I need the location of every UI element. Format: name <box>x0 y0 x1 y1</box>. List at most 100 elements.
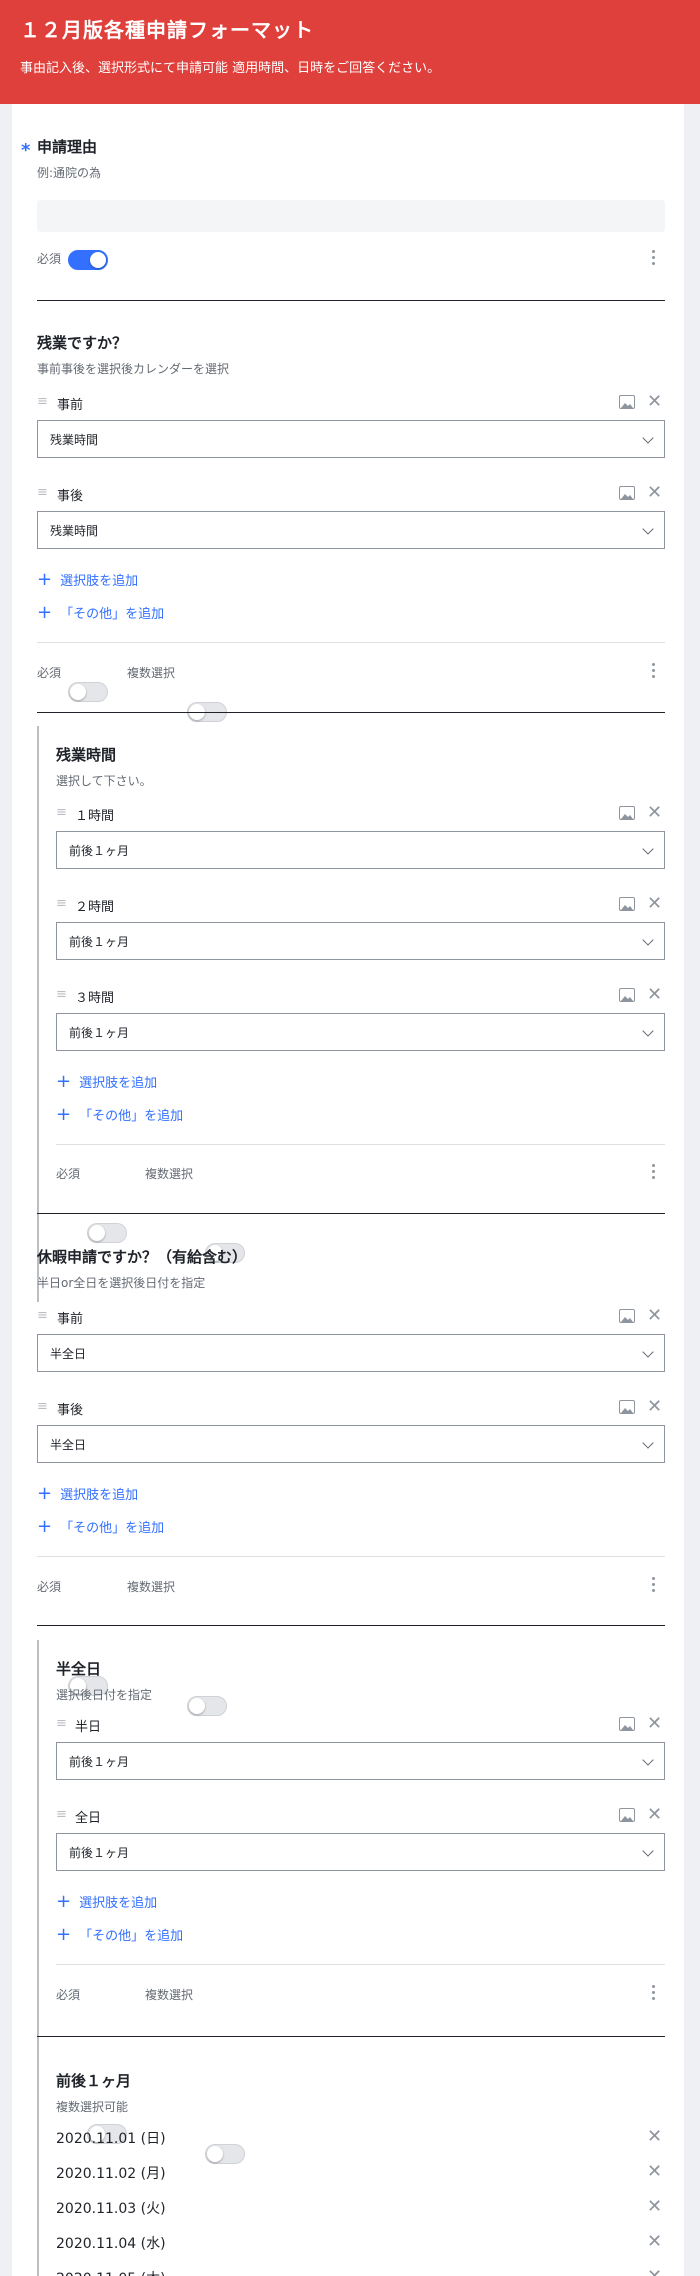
more-menu-icon[interactable] <box>652 1577 655 1592</box>
date-option[interactable]: 2020.11.03 (火) <box>56 2198 166 2218</box>
add-other-label: 「その他」を追加 <box>79 1109 184 1124</box>
option-label[interactable]: １時間 <box>75 805 114 824</box>
question-description-reason[interactable]: 例:通院の為 <box>37 164 101 181</box>
option-jump-select[interactable]: 前後１ヶ月 <box>56 1833 665 1871</box>
add-other-button[interactable]: + 「その他」を追加 <box>56 1105 183 1124</box>
question-title-month-range[interactable]: 前後１ヶ月 <box>56 2070 131 2091</box>
question-description-leave[interactable]: 半日or全日を選択後日付を指定 <box>37 1274 205 1291</box>
image-icon[interactable] <box>619 395 635 409</box>
drag-handle-icon[interactable]: ≡ <box>56 805 67 820</box>
footer-divider <box>56 1144 665 1145</box>
question-description-overtime[interactable]: 事前事後を選択後カレンダーを選択 <box>37 360 229 377</box>
section-divider <box>37 1625 665 1626</box>
question-title-overtime-hours[interactable]: 残業時間 <box>56 744 116 765</box>
multi-select-label: 複数選択 <box>127 666 176 680</box>
option-label[interactable]: 事後 <box>57 1399 83 1418</box>
add-option-button[interactable]: + 選択肢を追加 <box>56 1892 157 1911</box>
delete-option-icon[interactable]: ✕ <box>647 2233 662 2251</box>
required-star-icon: * <box>21 140 31 161</box>
delete-option-icon[interactable]: ✕ <box>647 986 662 1004</box>
image-icon[interactable] <box>619 1400 635 1414</box>
delete-option-icon[interactable]: ✕ <box>647 2198 662 2216</box>
question-title-leave[interactable]: 休暇申請ですか？（有給含む） <box>37 1246 247 1267</box>
scrollbar-track[interactable] <box>684 104 700 2276</box>
option-jump-select[interactable]: 前後１ヶ月 <box>56 922 665 960</box>
reason-answer-input[interactable] <box>37 200 665 232</box>
option-jump-select[interactable]: 半全日 <box>37 1334 665 1372</box>
add-other-button[interactable]: + 「その他」を追加 <box>56 1925 183 1944</box>
option-label[interactable]: 事前 <box>57 394 83 413</box>
required-toggle[interactable] <box>68 682 108 702</box>
delete-option-icon[interactable]: ✕ <box>647 1715 662 1733</box>
add-option-button[interactable]: + 選択肢を追加 <box>37 1484 138 1503</box>
option-label[interactable]: 全日 <box>75 1807 101 1826</box>
date-option[interactable]: 2020.11.05 (木) <box>56 2268 166 2276</box>
image-icon[interactable] <box>619 806 635 820</box>
image-icon[interactable] <box>619 1808 635 1822</box>
drag-handle-icon[interactable]: ≡ <box>37 1308 48 1323</box>
date-option[interactable]: 2020.11.02 (月) <box>56 2163 166 2183</box>
delete-option-icon[interactable]: ✕ <box>647 2163 662 2181</box>
delete-option-icon[interactable]: ✕ <box>647 2128 662 2146</box>
question-description-month-range[interactable]: 複数選択可能 <box>56 2098 128 2115</box>
image-icon[interactable] <box>619 1309 635 1323</box>
image-icon[interactable] <box>619 1717 635 1731</box>
option-label[interactable]: 事後 <box>57 485 83 504</box>
delete-option-icon[interactable]: ✕ <box>647 895 662 913</box>
delete-option-icon[interactable]: ✕ <box>647 1307 662 1325</box>
more-menu-icon[interactable] <box>652 663 655 678</box>
option-jump-select[interactable]: 残業時間 <box>37 420 665 458</box>
option-label[interactable]: ３時間 <box>75 987 114 1006</box>
question-title-reason[interactable]: 申請理由 <box>37 136 97 157</box>
question-title-half-full-day[interactable]: 半全日 <box>56 1658 101 1679</box>
add-option-button[interactable]: + 選択肢を追加 <box>56 1072 157 1091</box>
chevron-down-icon <box>642 523 654 535</box>
image-icon[interactable] <box>619 486 635 500</box>
question-description-half-full-day[interactable]: 選択後日付を指定 <box>56 1686 152 1703</box>
add-option-button[interactable]: + 選択肢を追加 <box>37 570 138 589</box>
form-header: １２月版各種申請フォーマット 事由記入後、選択形式にて申請可能 適用時間、日時を… <box>0 0 700 104</box>
multi-select-toggle[interactable] <box>205 2144 245 2164</box>
option-label[interactable]: ２時間 <box>75 896 114 915</box>
chevron-down-icon <box>642 843 654 855</box>
more-menu-icon[interactable] <box>652 1985 655 2000</box>
drag-handle-icon[interactable]: ≡ <box>56 987 67 1002</box>
delete-option-icon[interactable]: ✕ <box>647 1806 662 1824</box>
image-icon[interactable] <box>619 897 635 911</box>
option-label[interactable]: 事前 <box>57 1308 83 1327</box>
chevron-down-icon <box>642 1346 654 1358</box>
multi-select-toggle[interactable] <box>187 1696 227 1716</box>
option-jump-select[interactable]: 前後１ヶ月 <box>56 1013 665 1051</box>
add-other-button[interactable]: + 「その他」を追加 <box>37 603 164 622</box>
option-jump-select[interactable]: 前後１ヶ月 <box>56 1742 665 1780</box>
select-value: 前後１ヶ月 <box>69 1025 130 1040</box>
drag-handle-icon[interactable]: ≡ <box>37 485 48 500</box>
required-toggle[interactable] <box>68 250 108 270</box>
drag-handle-icon[interactable]: ≡ <box>56 896 67 911</box>
delete-option-icon[interactable]: ✕ <box>647 393 662 411</box>
delete-option-icon[interactable]: ✕ <box>647 2268 662 2276</box>
required-toggle[interactable] <box>87 1223 127 1243</box>
option-jump-select[interactable]: 前後１ヶ月 <box>56 831 665 869</box>
more-menu-icon[interactable] <box>652 250 655 265</box>
delete-option-icon[interactable]: ✕ <box>647 1398 662 1416</box>
date-option[interactable]: 2020.11.01 (日) <box>56 2128 166 2148</box>
add-other-button[interactable]: + 「その他」を追加 <box>37 1517 164 1536</box>
section-divider <box>37 1213 665 1214</box>
option-label[interactable]: 半日 <box>75 1716 101 1735</box>
drag-handle-icon[interactable]: ≡ <box>37 394 48 409</box>
drag-handle-icon[interactable]: ≡ <box>56 1716 67 1731</box>
drag-handle-icon[interactable]: ≡ <box>37 1399 48 1414</box>
date-option[interactable]: 2020.11.04 (水) <box>56 2233 166 2253</box>
drag-handle-icon[interactable]: ≡ <box>56 1807 67 1822</box>
more-menu-icon[interactable] <box>652 1164 655 1179</box>
image-icon[interactable] <box>619 988 635 1002</box>
chevron-down-icon <box>642 1845 654 1857</box>
delete-option-icon[interactable]: ✕ <box>647 804 662 822</box>
question-title-overtime[interactable]: 残業ですか？ <box>37 332 127 353</box>
option-jump-select[interactable]: 半全日 <box>37 1425 665 1463</box>
option-jump-select[interactable]: 残業時間 <box>37 511 665 549</box>
question-description-overtime-hours[interactable]: 選択して下さい。 <box>56 772 152 789</box>
plus-icon: + <box>56 1923 72 1945</box>
delete-option-icon[interactable]: ✕ <box>647 484 662 502</box>
